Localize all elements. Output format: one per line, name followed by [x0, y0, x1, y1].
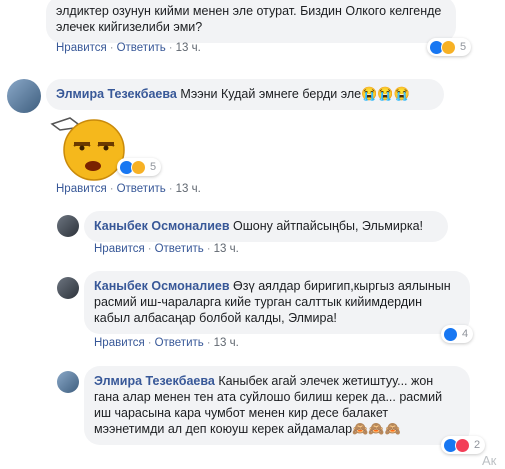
comment-emojis: 🙈🙈🙈	[352, 421, 401, 436]
comment-text: элдиктер озунун кийми менен эле отурат. …	[56, 4, 442, 34]
reply-link[interactable]: Ответить	[117, 42, 166, 54]
comment-actions: Нравится · Ответить · 13 ч.	[56, 42, 201, 54]
haha-reaction-icon	[131, 159, 146, 175]
like-link[interactable]: Нравится	[56, 183, 107, 195]
comment-text: Ошону айтпайсыңбы, Эльмирка!	[233, 219, 424, 233]
comment-author[interactable]: Каныбек Осмоналиев	[94, 219, 230, 233]
reply-link[interactable]: Ответить	[155, 337, 204, 349]
reaction-count: 2	[474, 439, 481, 451]
like-reaction-icon	[443, 326, 458, 342]
comment-author[interactable]: Элмира Тезекбаева	[56, 87, 177, 101]
reaction-summary[interactable]: 5	[427, 38, 472, 56]
reaction-count: 5	[460, 41, 467, 53]
timestamp[interactable]: 13 ч.	[176, 42, 201, 54]
comment-emojis: 😭😭😭	[361, 86, 410, 101]
love-reaction-icon	[455, 437, 470, 453]
corner-text: Ак	[482, 453, 497, 468]
reaction-summary[interactable]: 5	[117, 158, 162, 176]
haha-reaction-icon	[441, 39, 456, 55]
timestamp[interactable]: 13 ч.	[214, 243, 239, 255]
avatar[interactable]	[57, 371, 79, 393]
avatar[interactable]	[57, 215, 79, 237]
comment-actions: Нравится · Ответить · 13 ч.	[94, 337, 239, 349]
reaction-count: 4	[462, 328, 469, 340]
timestamp[interactable]: 13 ч.	[176, 183, 201, 195]
reaction-summary[interactable]: 2	[441, 436, 486, 454]
like-link[interactable]: Нравится	[94, 243, 145, 255]
comment-author[interactable]: Каныбек Осмоналиев	[94, 279, 230, 293]
comment-bubble: Элмира Тезекбаева Мээни Кудай эмнеге бер…	[46, 79, 444, 110]
timestamp[interactable]: 13 ч.	[214, 337, 239, 349]
comment-actions: Нравится · Ответить · 13 ч.	[56, 183, 201, 195]
reaction-summary[interactable]: 4	[441, 325, 474, 343]
comment-bubble: Каныбек Осмоналиев Өзү аялдар биригип,кы…	[84, 271, 470, 334]
like-link[interactable]: Нравится	[56, 42, 107, 54]
comment-bubble: элдиктер озунун кийми менен эле отурат. …	[46, 0, 456, 43]
comment-text: Мээни Кудай эмнеге берди эле	[180, 87, 362, 101]
comment-bubble: Каныбек Осмоналиев Ошону айтпайсыңбы, Эл…	[84, 211, 448, 242]
comment-actions: Нравится · Ответить · 13 ч.	[94, 243, 239, 255]
reply-link[interactable]: Ответить	[155, 243, 204, 255]
comment-author[interactable]: Элмира Тезекбаева	[94, 374, 215, 388]
avatar[interactable]	[57, 277, 79, 299]
comment-bubble: Элмира Тезекбаева Каныбек агай элечек же…	[84, 366, 470, 445]
reply-link[interactable]: Ответить	[117, 183, 166, 195]
unamused-face-sticker-icon	[48, 112, 128, 184]
like-link[interactable]: Нравится	[94, 337, 145, 349]
reaction-count: 5	[150, 161, 157, 173]
avatar[interactable]	[7, 79, 41, 113]
